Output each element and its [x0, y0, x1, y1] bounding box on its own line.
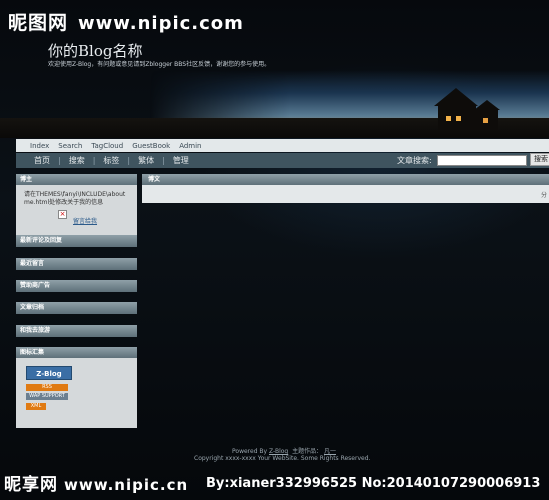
about-title: 博主: [16, 174, 137, 185]
footer-theme-link[interactable]: 凡一: [324, 448, 336, 455]
main-nav-home[interactable]: 首页: [26, 155, 58, 166]
watermark-site-bottom: www.nipic.cn: [64, 476, 189, 494]
top-nav-tagcloud[interactable]: TagCloud: [91, 142, 123, 150]
main-nav-admin[interactable]: 管理: [165, 155, 197, 166]
xml-badge-icon[interactable]: XML: [26, 403, 46, 410]
search-input[interactable]: [437, 155, 527, 166]
top-nav-admin[interactable]: Admin: [179, 142, 201, 150]
blog-subtitle: 欢迎使用Z-Blog，有问题或意见请到Zblogger BBS社区反馈，谢谢您的…: [48, 61, 271, 68]
watermark-brand: 昵图网: [8, 12, 69, 34]
about-panel: 博主 请在THEMES\fanyi\INCLUDE\about me.html处…: [16, 174, 137, 243]
broken-image-icon: ×: [58, 210, 67, 219]
watermark-top: 昵图网 www.nipic.com: [8, 8, 244, 35]
footer-copyright: Copyright xxxx-xxxx Your WebSite. Some R…: [194, 455, 371, 462]
footer-zblog-link[interactable]: Z-Blog: [269, 448, 288, 455]
house-silhouette: [434, 88, 500, 130]
zblog-badge-icon[interactable]: Z-Blog: [26, 366, 72, 380]
top-nav-guestbook[interactable]: GuestBook: [132, 142, 170, 150]
wap-badge-icon[interactable]: WAP SUPPORT: [26, 393, 68, 400]
blog-title[interactable]: 你的Blog名称: [48, 40, 142, 61]
main-title: 博文: [142, 174, 549, 185]
search-label: 文章搜索:: [397, 156, 432, 165]
section-sponsor-ads[interactable]: 赞助商广告: [16, 280, 137, 292]
footer-theme-text: 主题作品：: [292, 448, 323, 455]
search-button[interactable]: 搜索: [530, 153, 549, 166]
about-text: 请在THEMES\fanyi\INCLUDE\about me.html处修改关…: [24, 191, 126, 206]
rss-badge-icon[interactable]: RSS: [26, 384, 68, 391]
main-nav-search[interactable]: 搜索: [61, 155, 93, 166]
icons-title: 图标汇集: [16, 347, 137, 358]
section-travel[interactable]: 和我去旅游: [16, 325, 137, 337]
pager[interactable]: 分: [541, 190, 547, 199]
watermark-bottom: 昵享网 www.nipic.cn: [4, 470, 188, 495]
section-archives[interactable]: 文章归档: [16, 302, 137, 314]
footer-powered: Powered By Z-Blog 主题作品： 凡一: [232, 446, 336, 455]
main-content: 分: [142, 185, 549, 203]
watermark-brand-bottom: 昵享网: [4, 475, 58, 495]
watermark-site: www.nipic.com: [78, 13, 244, 34]
top-nav-search[interactable]: Search: [58, 142, 82, 150]
section-recent-messages[interactable]: 最近留言: [16, 258, 137, 270]
watermark-id: By:xianer332996525 No:20140107290006913: [206, 476, 541, 491]
top-nav-index[interactable]: Index: [30, 142, 49, 150]
section-latest-comments[interactable]: 最新评论及回复: [16, 235, 137, 247]
icons-body: Z-Blog RSS WAP SUPPORT XML: [16, 358, 137, 428]
main-nav-traditional[interactable]: 繁体: [130, 155, 162, 166]
icons-panel: 图标汇集 Z-Blog RSS WAP SUPPORT XML: [16, 347, 137, 428]
main-nav-tags[interactable]: 标签: [95, 155, 127, 166]
message-link[interactable]: 留言给我: [73, 216, 97, 225]
footer-powered-text: Powered By: [232, 448, 268, 455]
top-nav: Index Search TagCloud GuestBook Admin: [16, 139, 549, 152]
